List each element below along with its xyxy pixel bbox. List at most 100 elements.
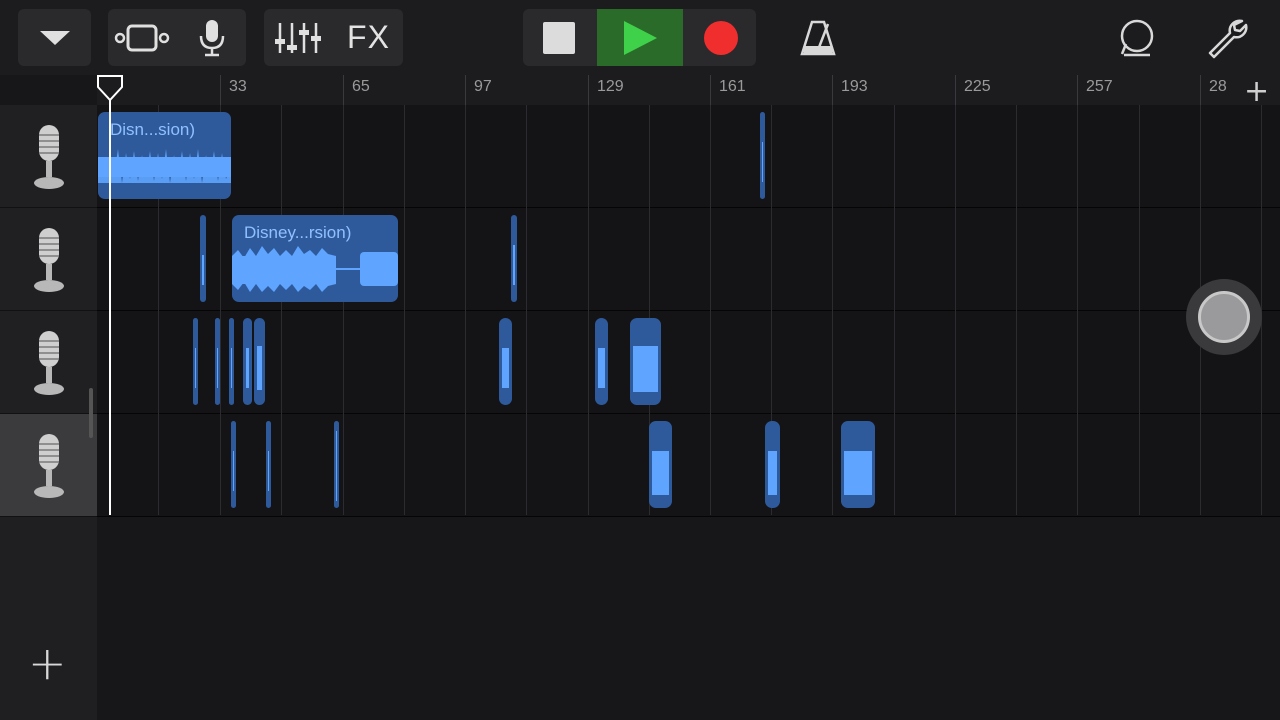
audio-region[interactable] (334, 421, 339, 508)
loop-browser-button[interactable] (1108, 9, 1166, 66)
add-track-button[interactable]: + (28, 636, 67, 690)
waveform (336, 431, 337, 501)
waveform (233, 451, 234, 491)
audio-region[interactable] (231, 421, 236, 508)
playhead-line (109, 75, 111, 515)
scroll-indicator[interactable] (89, 388, 93, 438)
track-lane[interactable] (97, 105, 1280, 208)
audio-region[interactable] (649, 421, 672, 508)
microphone-icon (33, 434, 64, 498)
audio-region[interactable] (266, 421, 271, 508)
audio-region[interactable] (215, 318, 220, 405)
audio-region[interactable] (630, 318, 661, 405)
tracks-view-icon (114, 24, 170, 51)
fx-label: FX (347, 19, 390, 55)
ruler-mark (1200, 75, 1201, 105)
ruler-tick-label: 28 (1209, 78, 1227, 95)
mixer-button[interactable] (264, 9, 332, 66)
grid-line (832, 105, 833, 515)
metronome-icon (800, 20, 836, 55)
ruler-tick-label: 65 (352, 78, 370, 95)
waveform (768, 451, 777, 495)
ruler-mark (343, 75, 344, 105)
mixer-sliders-icon (275, 22, 321, 53)
waveform (195, 348, 196, 388)
toolbar: FX (0, 0, 1280, 75)
waveform (633, 346, 658, 392)
microphone-button[interactable] (178, 9, 246, 66)
waveform (762, 142, 763, 182)
audio-region[interactable]: Disn...sion) (98, 112, 231, 199)
record-icon (703, 20, 738, 55)
track-menu-button[interactable] (18, 9, 91, 66)
waveform (598, 348, 605, 388)
waveform (217, 348, 218, 388)
region-name: Disn...sion) (110, 120, 196, 139)
assistive-touch-inner (1198, 291, 1250, 343)
grid-line (343, 105, 344, 515)
waveform (246, 348, 249, 388)
grid-line (281, 105, 282, 515)
audio-region[interactable] (229, 318, 234, 405)
assistive-touch-button[interactable] (1186, 279, 1262, 355)
ruler-tick-label: 161 (719, 78, 746, 95)
grid-line (526, 105, 527, 515)
track-view-button[interactable] (108, 9, 176, 66)
track-lane[interactable] (97, 311, 1280, 414)
ruler-tick-label: 193 (841, 78, 868, 95)
audio-region[interactable] (841, 421, 875, 508)
track-header[interactable] (0, 311, 97, 414)
grid-line (1139, 105, 1140, 515)
microphone-icon (199, 19, 225, 56)
waveform (652, 451, 669, 495)
audio-region[interactable] (193, 318, 198, 405)
ruler-mark (588, 75, 589, 105)
ruler-mark (1077, 75, 1078, 105)
grid-line (465, 105, 466, 515)
ruler-tick-label: 225 (964, 78, 991, 95)
audio-region[interactable]: Disney...rsion) (232, 215, 398, 302)
region-name: Disney...rsion) (244, 223, 352, 242)
add-section-button[interactable]: + (1244, 74, 1269, 109)
waveform (98, 149, 231, 183)
stop-button[interactable] (523, 9, 595, 66)
audio-region[interactable] (499, 318, 512, 405)
waveform (502, 348, 509, 388)
track-header[interactable] (0, 208, 97, 311)
waveform (202, 255, 204, 285)
ruler-tick-label: 257 (1086, 78, 1113, 95)
microphone-icon (33, 125, 64, 189)
track-header-selected[interactable] (0, 414, 97, 517)
record-button[interactable] (685, 9, 756, 66)
microphone-icon (33, 228, 64, 292)
microphone-icon (33, 331, 64, 395)
ruler-mark (220, 75, 221, 105)
audio-region[interactable] (760, 112, 765, 199)
waveform (257, 346, 262, 390)
grid-line (1016, 105, 1017, 515)
settings-button[interactable] (1196, 9, 1258, 66)
waveform (232, 246, 398, 292)
audio-region[interactable] (243, 318, 252, 405)
track-header[interactable] (0, 105, 97, 208)
waveform (844, 451, 872, 495)
grid-line (404, 105, 405, 515)
audio-region[interactable] (254, 318, 265, 405)
stop-icon (543, 21, 575, 54)
ruler-mark (955, 75, 956, 105)
wrench-icon (1208, 19, 1248, 58)
audio-region[interactable] (765, 421, 780, 508)
metronome-button[interactable] (790, 9, 846, 66)
audio-region[interactable] (595, 318, 608, 405)
loop-icon (1120, 19, 1154, 56)
play-button[interactable] (597, 9, 683, 66)
fx-button[interactable]: FX (334, 9, 403, 66)
track-lane[interactable] (97, 414, 1280, 517)
grid-line (894, 105, 895, 515)
ruler-mark (710, 75, 711, 105)
waveform (231, 348, 232, 388)
playhead-handle[interactable] (97, 75, 123, 101)
audio-region[interactable] (511, 215, 517, 302)
chevron-down-icon (39, 30, 70, 45)
audio-region[interactable] (200, 215, 206, 302)
